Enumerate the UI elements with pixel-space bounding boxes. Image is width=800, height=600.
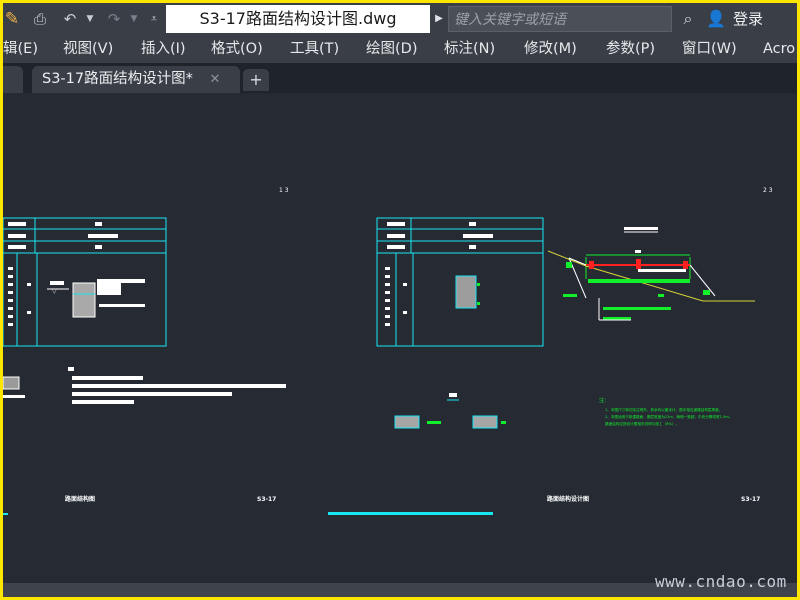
sheet2-header-text — [387, 222, 405, 226]
sheet2-bottom-line — [328, 512, 493, 515]
menu-view[interactable]: 视图(V) — [63, 35, 113, 63]
sheet2-note: 路面结构应按设计图相关说明与施工（6%）。 — [605, 421, 679, 426]
tab-active-drawing[interactable]: S3-17路面结构设计图* ✕ — [32, 66, 240, 93]
sheet1-legend-label — [3, 395, 25, 398]
menu-edit[interactable]: 辑(E) — [3, 35, 38, 63]
sheet1-row-labels — [8, 267, 31, 326]
menu-acrobat[interactable]: Acro — [763, 35, 795, 63]
print-icon[interactable]: ⎙ — [29, 9, 51, 29]
sheet2-note: 1、本图尺寸单位除注明外，其余均以厘米计，图中相应道路结构层厚度。 — [605, 407, 722, 412]
sheet2-page-number: 2 3 — [763, 187, 773, 194]
sheet1-drawing-code: S3-17 — [257, 496, 276, 503]
road-marker — [636, 259, 641, 269]
sheet1-note-line — [72, 384, 286, 388]
undo-dropdown-icon[interactable]: ▼ — [85, 9, 95, 29]
menu-modify[interactable]: 修改(M) — [524, 35, 577, 63]
detail-label — [501, 421, 506, 424]
menu-dimension[interactable]: 标注(N) — [444, 35, 495, 63]
search-input[interactable] — [448, 6, 672, 32]
slope-line — [689, 264, 716, 297]
slope-label — [563, 294, 577, 297]
slope-label — [658, 294, 664, 297]
sheet2-header-text — [387, 234, 405, 238]
app-icon[interactable]: ✎ — [3, 9, 21, 29]
layer-label — [603, 307, 671, 310]
sheet2: 2 3 注： 1、本图尺寸单位除注明外，其余均以厘米计，图中相应道路结构层厚度。… — [328, 187, 773, 515]
road-marker — [683, 261, 688, 269]
sheet2-structure-label — [477, 283, 480, 286]
road-base-layer — [588, 279, 690, 283]
menu-bar: 辑(E) 视图(V) 插入(I) 格式(O) 工具(T) 绘图(D) 标注(N)… — [3, 35, 797, 63]
expand-arrow-icon[interactable]: ▶ — [432, 7, 446, 31]
detail-section-2 — [472, 415, 498, 429]
sheet2-structure-section — [455, 275, 477, 309]
menu-format[interactable]: 格式(O) — [211, 35, 263, 63]
sheet1-legend-swatch — [3, 376, 20, 390]
detail-section-1 — [394, 415, 420, 429]
tab-previous[interactable] — [3, 66, 23, 93]
sheet2-structure-label — [477, 302, 480, 305]
drawing-canvas[interactable]: 1 3 ▽ 路面结构图 S3-17 2 3 注： 1、本图尺寸单位除注明外，其余… — [3, 93, 797, 583]
sheet1-page-number: 1 3 — [279, 187, 289, 194]
new-tab-button[interactable]: + — [243, 69, 269, 91]
menu-parameters[interactable]: 参数(P) — [606, 35, 655, 63]
close-icon[interactable]: ✕ — [208, 66, 222, 93]
customize-quick-access-icon[interactable]: ⩡ — [147, 9, 161, 29]
sheet1-header-text — [88, 234, 118, 238]
binoculars-icon[interactable]: ⌕ — [677, 8, 699, 30]
redo-dropdown-icon[interactable]: ▼ — [129, 9, 139, 29]
sheet2-drawing-title: 路面结构设计图 — [547, 495, 589, 503]
sheet2-header-text — [469, 245, 476, 249]
sheet1-bottom-line — [3, 513, 8, 515]
sheet1-header-text — [8, 245, 26, 249]
detail-label — [427, 421, 441, 424]
sheet1-label — [99, 304, 145, 307]
sheet2-drawing-code: S3-17 — [741, 496, 760, 503]
sheet1-header-text — [95, 245, 102, 249]
sheet1-note-line — [72, 400, 134, 404]
sheet2-header-text — [469, 222, 476, 226]
road-marker — [589, 261, 594, 269]
file-tab-bar: S3-17路面结构设计图* ✕ + — [3, 63, 797, 93]
sheet1-note-line — [72, 392, 232, 396]
cross-section-dim-text — [635, 250, 641, 253]
document-title: S3-17路面结构设计图.dwg — [166, 5, 430, 33]
autocad-window: ✎ ⎙ ↶ ▼ ↷ ▼ ⩡ S3-17路面结构设计图.dwg ▶ ⌕ 👤 登录 … — [3, 3, 797, 597]
menu-insert[interactable]: 插入(I) — [141, 35, 186, 63]
sheet2-note-label: 注： — [599, 397, 609, 404]
cross-section-title — [624, 227, 658, 230]
sheet1-note-marker — [68, 367, 74, 371]
slope-marker — [566, 262, 572, 268]
sheet1-structure-section — [72, 282, 96, 318]
road-label — [638, 269, 686, 272]
drawing-svg: 1 3 ▽ 路面结构图 S3-17 2 3 注： 1、本图尺寸单位除注明外，其余… — [3, 187, 773, 515]
undo-icon[interactable]: ↶ — [59, 9, 81, 29]
sheet2-header-text — [463, 234, 493, 238]
menu-window[interactable]: 窗口(W) — [682, 35, 737, 63]
title-bar: ✎ ⎙ ↶ ▼ ↷ ▼ ⩡ S3-17路面结构设计图.dwg ▶ ⌕ 👤 登录 — [3, 3, 797, 35]
sheet1-note-line — [72, 376, 143, 380]
user-icon[interactable]: 👤 — [706, 9, 726, 29]
redo-icon[interactable]: ↷ — [103, 9, 125, 29]
tab-label: S3-17路面结构设计图* — [42, 71, 193, 87]
login-button[interactable]: 登录 — [733, 9, 763, 29]
sheet1-header-text — [8, 222, 26, 226]
sheet1-drawing-title: 路面结构图 — [65, 495, 95, 503]
detail-label — [449, 393, 457, 397]
slope-marker — [703, 290, 710, 295]
sheet1-label — [50, 281, 64, 285]
sheet1-header-text — [8, 234, 26, 238]
menu-tools[interactable]: 工具(T) — [290, 35, 339, 63]
sheet1-label — [121, 279, 145, 283]
sheet2-header-text — [387, 245, 405, 249]
watermark: www.cndao.com — [655, 572, 787, 591]
sheet2-note: 2、本图适用于新建路面，基层宽度为22m，两侧一致超，中央分隔带宽1.5m。 — [605, 414, 732, 419]
sheet1: 1 3 ▽ 路面结构图 S3-17 — [3, 187, 289, 515]
menu-draw[interactable]: 绘图(D) — [366, 35, 417, 63]
sheet1-label-block — [97, 279, 121, 295]
sheet1-header-text — [95, 222, 102, 226]
